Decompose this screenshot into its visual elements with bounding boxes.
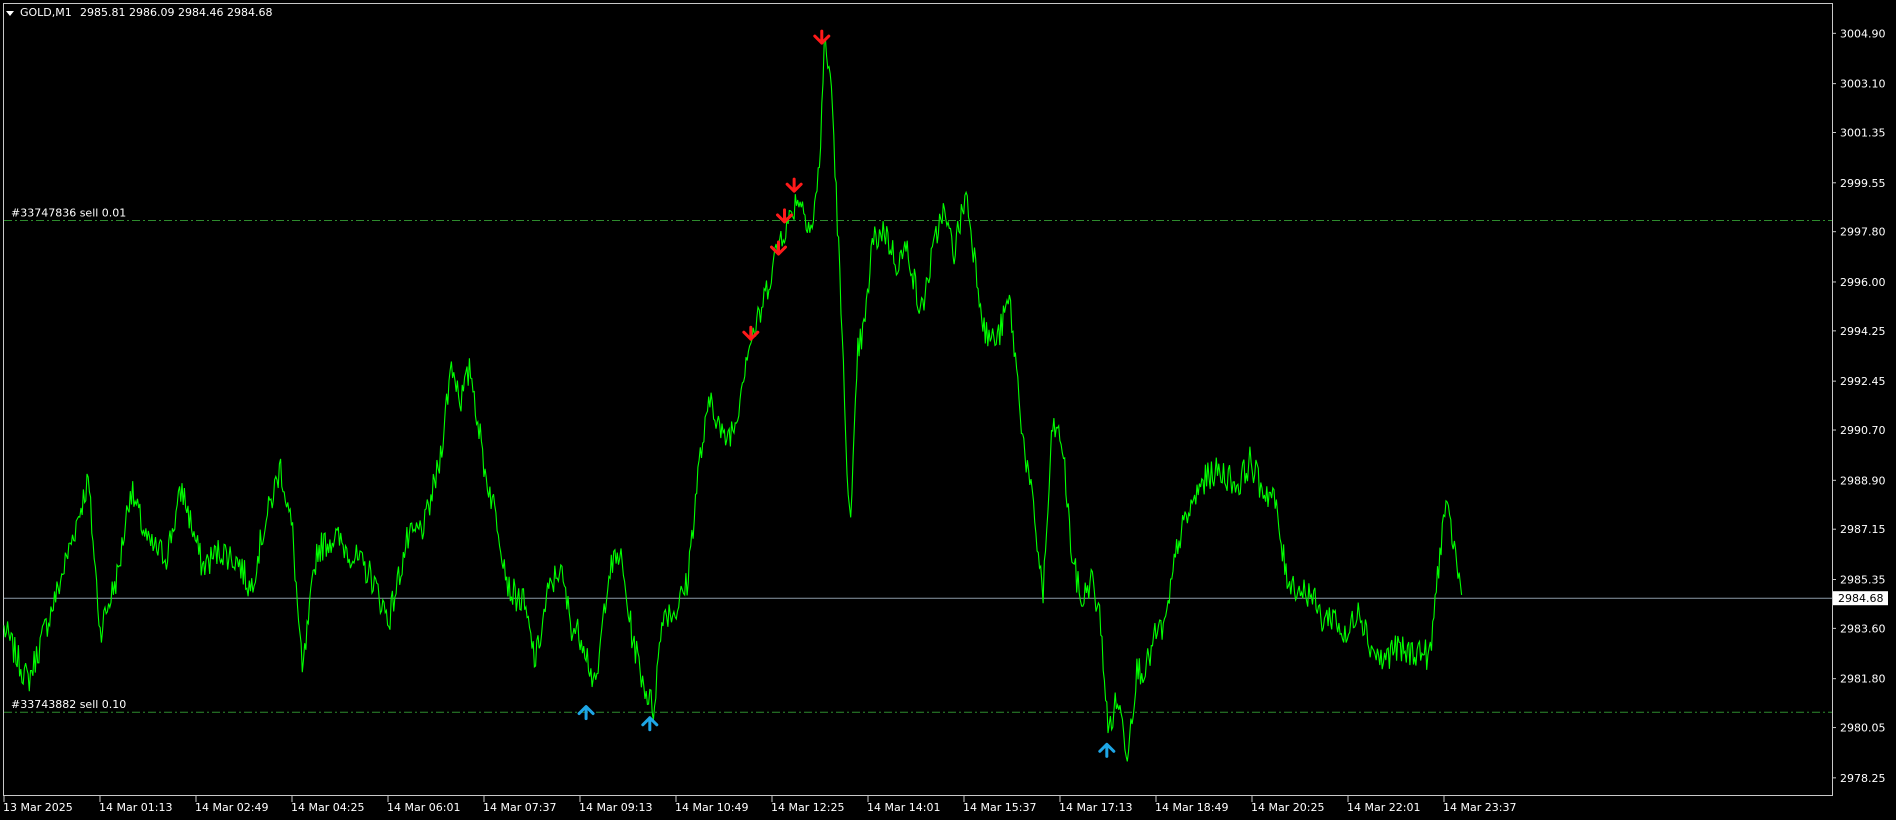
x-tick-label: 14 Mar 10:49	[675, 801, 748, 814]
price-chart[interactable]: #33747836 sell 0.01 #33743882 sell 0.10 2…	[0, 0, 1896, 820]
y-tick-label: 3004.90	[1840, 27, 1886, 40]
x-tick-label: 13 Mar 2025	[3, 801, 73, 814]
chart-ohlc: 2985.81 2986.09 2984.46 2984.68	[80, 6, 272, 19]
y-tick-label: 3003.10	[1840, 78, 1886, 91]
x-tick-label: 14 Mar 14:01	[867, 801, 940, 814]
y-tick-label: 2983.60	[1840, 622, 1886, 635]
chart-window[interactable]: #33747836 sell 0.01 #33743882 sell 0.10 2…	[0, 0, 1896, 820]
x-tick-label: 14 Mar 22:01	[1347, 801, 1420, 814]
y-tick-label: 2978.25	[1840, 772, 1886, 785]
order-line-label: #33743882 sell 0.10	[11, 698, 126, 711]
y-tick-label: 2996.00	[1840, 276, 1886, 289]
y-tick-label: 2987.15	[1840, 523, 1886, 536]
y-tick-label: 2992.45	[1840, 375, 1886, 388]
current-price-label: 2984.68	[1838, 592, 1884, 605]
y-tick-label: 2988.90	[1840, 474, 1886, 487]
x-tick-label: 14 Mar 20:25	[1251, 801, 1324, 814]
y-tick-label: 2990.70	[1840, 424, 1886, 437]
y-tick-label: 2985.35	[1840, 573, 1886, 586]
x-tick-label: 14 Mar 02:49	[195, 801, 268, 814]
x-tick-label: 14 Mar 18:49	[1155, 801, 1228, 814]
y-tick-label: 3001.35	[1840, 127, 1886, 140]
x-tick-label: 14 Mar 17:13	[1059, 801, 1132, 814]
x-tick-label: 14 Mar 07:37	[483, 801, 556, 814]
chart-header: GOLD,M1 2985.81 2986.09 2984.46 2984.68	[6, 6, 272, 19]
y-tick-label: 2980.05	[1840, 722, 1886, 735]
x-tick-label: 14 Mar 12:25	[771, 801, 844, 814]
chart-symbol: GOLD,M1	[20, 6, 72, 19]
x-tick-label: 14 Mar 04:25	[291, 801, 364, 814]
order-line-label: #33747836 sell 0.01	[11, 207, 126, 220]
y-tick-label: 2999.55	[1840, 177, 1886, 190]
y-tick-label: 2994.25	[1840, 325, 1886, 338]
x-tick-label: 14 Mar 06:01	[387, 801, 460, 814]
y-tick-label: 2981.80	[1840, 673, 1886, 686]
y-tick-label: 2997.80	[1840, 226, 1886, 239]
x-tick-label: 14 Mar 01:13	[99, 801, 172, 814]
x-tick-label: 14 Mar 15:37	[963, 801, 1036, 814]
chart-background	[0, 0, 1896, 820]
x-tick-label: 14 Mar 23:37	[1443, 801, 1516, 814]
x-tick-label: 14 Mar 09:13	[579, 801, 652, 814]
